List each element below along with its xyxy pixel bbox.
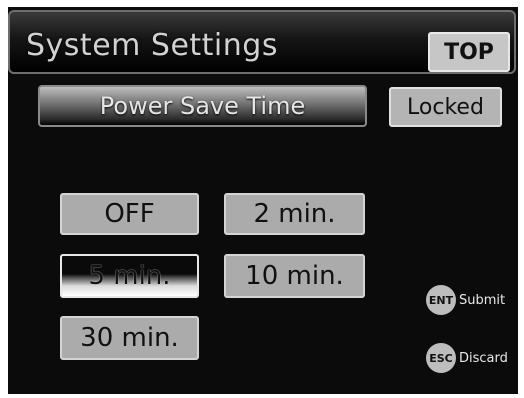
option-off-label: OFF (104, 199, 155, 229)
setting-name: Power Save Time (38, 85, 367, 127)
option-5-min-button[interactable]: 5 min. (60, 254, 199, 298)
top-button[interactable]: TOP (428, 32, 510, 72)
discard-hint[interactable]: ESC Discard (426, 343, 508, 373)
submit-label: Submit (459, 292, 506, 308)
option-off-button[interactable]: OFF (60, 193, 199, 235)
option-2-min-button[interactable]: 2 min. (224, 193, 365, 235)
locked-status-button[interactable]: Locked (389, 87, 502, 127)
submit-hint[interactable]: ENT Submit (426, 285, 505, 315)
option-10-min-label: 10 min. (245, 261, 344, 291)
option-30-min-button[interactable]: 30 min. (60, 316, 199, 360)
option-2-min-label: 2 min. (253, 199, 336, 229)
esc-key-icon: ESC (426, 343, 456, 373)
option-30-min-label: 30 min. (80, 323, 179, 353)
title-bar: System Settings TOP (8, 10, 516, 74)
discard-label: Discard (459, 350, 508, 366)
option-5-min-label: 5 min. (88, 261, 171, 291)
option-10-min-button[interactable]: 10 min. (224, 254, 365, 298)
ent-key-icon: ENT (426, 285, 456, 315)
page-title: System Settings (26, 28, 278, 63)
